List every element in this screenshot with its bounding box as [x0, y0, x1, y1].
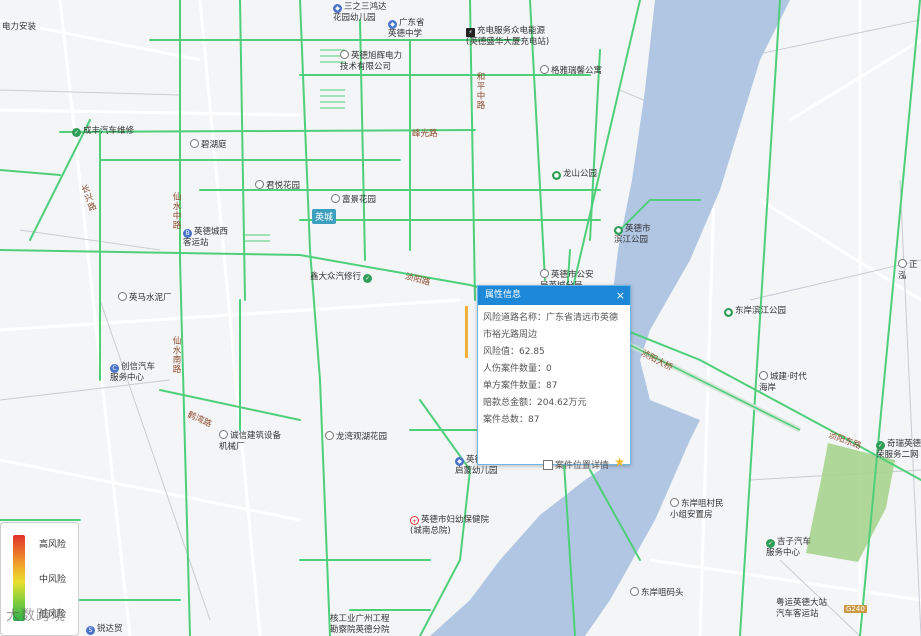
shop-icon: S: [86, 626, 95, 635]
building-icon: [219, 430, 228, 439]
car-service-icon: ✓: [72, 128, 81, 137]
poi-label[interactable]: ● 东岸滨江公园: [724, 306, 786, 317]
road-label: 和平中路: [475, 72, 485, 110]
poi-label[interactable]: B 英德城西 客运站: [183, 227, 243, 249]
building-icon: [118, 292, 127, 301]
field-label: 赔款总金额：: [483, 398, 538, 408]
bus-station-icon: B: [183, 229, 192, 238]
popup-pointer: [465, 306, 468, 358]
risk-value-row: 风险值：62.85: [483, 344, 626, 361]
location-detail-checkbox[interactable]: [543, 460, 553, 470]
school-icon: ◆: [388, 20, 397, 29]
building-icon: [340, 50, 349, 59]
watermark: 大数跨境: [6, 608, 66, 624]
park-icon: ●: [724, 308, 733, 317]
poi-label[interactable]: ✓ 吉子汽车 服务中心: [766, 537, 826, 559]
poi-label[interactable]: 城建·时代 海岸: [759, 371, 819, 394]
compensation-row: 赔款总金额：204.62万元: [483, 395, 626, 412]
popup-title: 属性信息 ×: [478, 286, 630, 305]
single-cases-row: 单方案件数量：87: [483, 378, 626, 395]
highway-shield: G240: [844, 605, 867, 613]
field-label: 案件总数：: [483, 415, 529, 425]
popup-body: 风险道路名称：广东省清远市英德市裕光路周边 风险值：62.85 人伤案件数量：0…: [478, 305, 630, 429]
field-label: 风险道路名称：: [483, 313, 547, 323]
school-icon: ◆: [333, 4, 342, 13]
field-value: 87: [546, 381, 558, 391]
building-icon: [540, 65, 549, 74]
close-icon[interactable]: ×: [616, 286, 625, 305]
attribute-popup: 属性信息 × 风险道路名称：广东省清远市英德市裕光路周边 风险值：62.85 人…: [477, 285, 631, 471]
field-label: 人伤案件数量：: [483, 364, 547, 374]
poi-label[interactable]: 东岸咀村民 小组安置房: [670, 498, 745, 521]
poi-label[interactable]: 正泓: [898, 259, 921, 282]
road-label: 仙水南路: [171, 336, 181, 374]
road-label: 仙水中路: [171, 192, 181, 230]
park-icon: ●: [552, 171, 561, 180]
school-icon: ◆: [455, 457, 464, 466]
district-label: 英城: [312, 209, 337, 224]
road-name-row: 风险道路名称：广东省清远市英德市裕光路周边: [483, 310, 626, 344]
poi-label[interactable]: 东岸咀码头: [630, 587, 684, 599]
field-value: 0: [546, 364, 552, 374]
building-icon: [540, 269, 549, 278]
poi-label[interactable]: ◆ 广东省 英德中学: [388, 18, 425, 40]
field-label: 单方案件数量：: [483, 381, 547, 391]
building-icon: [759, 371, 768, 380]
building-icon: [190, 139, 199, 148]
field-value: 62.85: [519, 347, 545, 357]
building-icon: [255, 180, 264, 189]
poi-label[interactable]: 电力安装: [2, 22, 36, 33]
poi-label[interactable]: + 英德市妇幼保健院 (城南总院): [410, 515, 500, 537]
pier-icon: [630, 587, 639, 596]
poi-label[interactable]: ✓奇瑞英德福 荣服务二网: [876, 439, 921, 461]
poi-label[interactable]: 碧湖庭: [190, 139, 227, 151]
poi-label[interactable]: ● 英德市 滨江公园: [614, 224, 674, 246]
car-service-icon: ✓: [363, 274, 373, 283]
poi-label[interactable]: 核工业广州工程 勘察院英德分院: [330, 614, 420, 636]
car-service-icon: ✓: [876, 441, 885, 450]
star-icon[interactable]: ★: [614, 455, 625, 469]
poi-label[interactable]: ◆ 三之三鸿达 花园幼儿园: [333, 2, 387, 24]
poi-label[interactable]: 英马水泥厂: [118, 292, 172, 304]
building-icon: [898, 259, 907, 268]
car-service-icon: C: [110, 364, 119, 373]
poi-label[interactable]: 英德旭辉电力 技术有限公司: [340, 50, 410, 73]
road-label: 峰光路: [412, 129, 438, 139]
car-service-icon: ✓: [766, 539, 775, 548]
poi-label[interactable]: 格雅瑞馨公寓: [540, 65, 602, 77]
building-icon: [325, 431, 334, 440]
building-icon: [331, 194, 340, 203]
poi-label[interactable]: 鑫大众汽修行 ✓: [310, 272, 374, 283]
poi-label[interactable]: 诚信建筑设备 机械厂: [219, 430, 299, 453]
poi-label[interactable]: 富景花园: [331, 194, 376, 206]
poi-label[interactable]: 君悦花园: [255, 180, 300, 192]
park-icon: ●: [614, 226, 623, 235]
poi-label[interactable]: S 锐达贸: [86, 624, 123, 635]
building-icon: [670, 498, 679, 507]
poi-label[interactable]: C 创信汽车 服务中心: [110, 362, 170, 384]
legend-mid: 中风险: [39, 575, 67, 585]
field-label: 风险值：: [483, 347, 520, 357]
poi-label[interactable]: ✓ 成丰汽车维修: [72, 126, 134, 137]
poi-label[interactable]: 粤运英德大站 汽车客运站: [776, 598, 846, 620]
poi-label[interactable]: 龙湾观湖花园: [325, 431, 387, 443]
hospital-icon: +: [410, 516, 419, 525]
charging-station-icon: ⚡: [466, 28, 475, 37]
location-detail-label[interactable]: 案件位置详情: [555, 458, 609, 471]
total-cases-row: 案件总数：87: [483, 412, 626, 429]
popup-title-text: 属性信息: [485, 290, 522, 300]
injury-cases-row: 人伤案件数量：0: [483, 361, 626, 378]
field-value: 87: [528, 415, 540, 425]
legend-high: 高风险: [39, 540, 67, 550]
poi-label[interactable]: ⚡ 充电服务众电能源 (英德盛华大厦充电站): [466, 26, 576, 48]
field-value: 204.62万元: [537, 398, 587, 408]
poi-label[interactable]: ● 龙山公园: [552, 169, 597, 180]
